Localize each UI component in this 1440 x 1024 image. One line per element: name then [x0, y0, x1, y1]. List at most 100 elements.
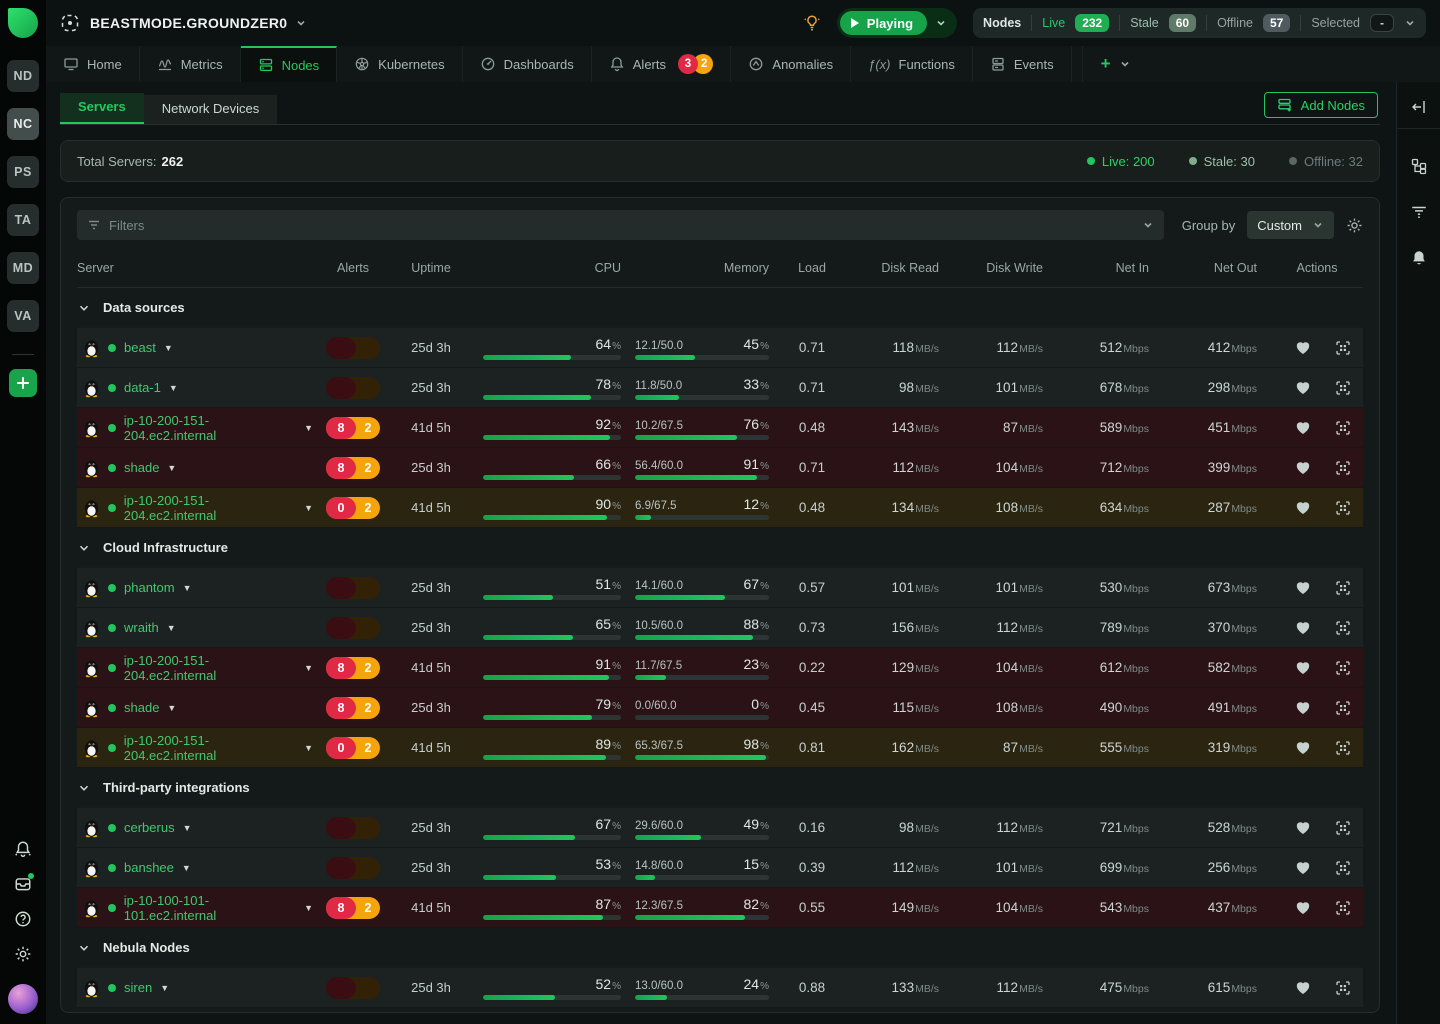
group-header[interactable]: Nebula Nodes	[77, 928, 1363, 968]
alerts-badge[interactable]	[326, 337, 380, 359]
server-name-link[interactable]: beast	[124, 340, 156, 355]
server-chevron-down-icon[interactable]: ▼	[167, 703, 176, 713]
table-row[interactable]: shade ▼ 8 2 25d 3h 79% 0.0/60.0 0% 0.45 …	[77, 688, 1363, 728]
col-disk-read[interactable]: Disk Read	[855, 261, 939, 275]
server-chevron-down-icon[interactable]: ▼	[304, 423, 313, 433]
alerts-badge[interactable]: 8 2	[326, 457, 380, 479]
tab-functions[interactable]: ƒ(x) Functions	[851, 46, 973, 82]
nodes-status-summary[interactable]: Nodes Live 232 Stale 60 Offline 57 Selec…	[973, 8, 1426, 38]
favorite-heart-icon[interactable]	[1295, 660, 1311, 675]
col-uptime[interactable]: Uptime	[393, 261, 469, 275]
alerts-badge[interactable]	[326, 377, 380, 399]
node-info-scan-icon[interactable]	[1335, 740, 1351, 756]
tab-home[interactable]: Home	[46, 46, 140, 82]
server-chevron-down-icon[interactable]: ▼	[304, 903, 313, 913]
add-nodes-button[interactable]: Add Nodes	[1264, 92, 1378, 118]
col-load[interactable]: Load	[783, 261, 841, 275]
table-row[interactable]: banshee ▼ 25d 3h 53% 14.8/60.0 15% 0.39 …	[77, 848, 1363, 888]
col-net-out[interactable]: Net Out	[1163, 261, 1257, 275]
server-chevron-down-icon[interactable]: ▼	[167, 623, 176, 633]
col-alerts[interactable]: Alerts	[327, 261, 379, 275]
favorite-heart-icon[interactable]	[1295, 900, 1311, 915]
group-header[interactable]: Data sources	[77, 288, 1363, 328]
node-info-scan-icon[interactable]	[1335, 420, 1351, 436]
group-header[interactable]: Third-party integrations	[77, 768, 1363, 808]
favorite-heart-icon[interactable]	[1295, 580, 1311, 595]
favorite-heart-icon[interactable]	[1295, 460, 1311, 475]
filter-icon[interactable]	[1410, 203, 1428, 221]
alerts-badge[interactable]: 0 2	[326, 497, 380, 519]
notification-bell-icon[interactable]	[14, 840, 32, 858]
server-name-link[interactable]: data-1	[124, 380, 161, 395]
server-name-link[interactable]: phantom	[124, 580, 175, 595]
server-name-link[interactable]: cerberus	[124, 820, 175, 835]
space-chevron-down-icon[interactable]	[295, 17, 307, 29]
server-name-link[interactable]: ip-10-100-101-101.ec2.internal	[124, 893, 296, 923]
space-name[interactable]: BEASTMODE.GROUNDZER0	[90, 15, 287, 31]
workspace-ta[interactable]: TA	[7, 204, 39, 236]
server-name-link[interactable]: wraith	[124, 620, 159, 635]
favorite-heart-icon[interactable]	[1295, 740, 1311, 755]
node-tree-icon[interactable]	[1410, 157, 1428, 175]
table-row[interactable]: shade ▼ 8 2 25d 3h 66% 56.4/60.0 91% 0.7…	[77, 448, 1363, 488]
server-name-link[interactable]: ip-10-200-151-204.ec2.internal	[124, 493, 296, 523]
alerts-badge[interactable]: 8 2	[326, 657, 380, 679]
settings-gear-icon[interactable]	[14, 945, 32, 963]
server-name-link[interactable]: shade	[124, 700, 159, 715]
node-info-scan-icon[interactable]	[1335, 900, 1351, 916]
node-info-scan-icon[interactable]	[1335, 340, 1351, 356]
server-chevron-down-icon[interactable]: ▼	[304, 743, 313, 753]
table-row[interactable]: siren ▼ 25d 3h 52% 13.0/60.0 24% 0.88 13…	[77, 968, 1363, 1008]
alerts-badge[interactable]	[326, 577, 380, 599]
node-info-scan-icon[interactable]	[1335, 660, 1351, 676]
favorite-heart-icon[interactable]	[1295, 820, 1311, 835]
alerts-badge[interactable]: 8 2	[326, 897, 380, 919]
table-row[interactable]: ip-10-200-151-204.ec2.internal ▼ 8 2 41d…	[77, 648, 1363, 688]
table-row[interactable]: ip-10-200-151-204.ec2.internal ▼ 0 2 41d…	[77, 488, 1363, 528]
favorite-heart-icon[interactable]	[1295, 700, 1311, 715]
add-tab-button[interactable]: +	[1082, 46, 1149, 82]
server-name-link[interactable]: ip-10-200-151-204.ec2.internal	[124, 733, 296, 763]
server-chevron-down-icon[interactable]: ▼	[183, 583, 192, 593]
col-disk-write[interactable]: Disk Write	[953, 261, 1043, 275]
alerts-badge[interactable]: 0 2	[326, 737, 380, 759]
alerts-badge[interactable]: 8 2	[326, 697, 380, 719]
node-info-scan-icon[interactable]	[1335, 620, 1351, 636]
user-avatar[interactable]	[8, 984, 38, 1014]
subtab-servers[interactable]: Servers	[60, 93, 144, 124]
workspace-va[interactable]: VA	[7, 300, 39, 332]
group-header[interactable]: Cloud Infrastructure	[77, 528, 1363, 568]
alerts-badge[interactable]	[326, 817, 380, 839]
node-info-scan-icon[interactable]	[1335, 700, 1351, 716]
alerts-badge[interactable]	[326, 977, 380, 999]
table-row[interactable]: phantom ▼ 25d 3h 51% 14.1/60.0 67% 0.57 …	[77, 568, 1363, 608]
node-info-scan-icon[interactable]	[1335, 860, 1351, 876]
server-chevron-down-icon[interactable]: ▼	[182, 863, 191, 873]
inbox-icon[interactable]	[14, 875, 32, 893]
filters-chevron-down-icon[interactable]	[1142, 219, 1154, 231]
node-info-scan-icon[interactable]	[1335, 380, 1351, 396]
server-name-link[interactable]: shade	[124, 460, 159, 475]
table-row[interactable]: ip-10-100-101-101.ec2.internal ▼ 8 2 41d…	[77, 888, 1363, 928]
tab-kubernetes[interactable]: Kubernetes	[337, 46, 463, 82]
table-row[interactable]: beast ▼ 25d 3h 64% 12.1/50.0 45% 0.71 11…	[77, 328, 1363, 368]
tab-anomalies[interactable]: Anomalies	[731, 46, 851, 82]
workspace-ps[interactable]: PS	[7, 156, 39, 188]
node-info-scan-icon[interactable]	[1335, 820, 1351, 836]
alerts-badge[interactable]	[326, 857, 380, 879]
server-name-link[interactable]: ip-10-200-151-204.ec2.internal	[124, 413, 296, 443]
tab-nodes[interactable]: Nodes	[241, 46, 338, 82]
tab-metrics[interactable]: Metrics	[140, 46, 241, 82]
group-chevron-down-icon[interactable]	[77, 781, 91, 795]
subtab-network-devices[interactable]: Network Devices	[144, 95, 278, 124]
app-logo[interactable]	[8, 8, 38, 38]
col-server[interactable]: Server	[77, 261, 313, 275]
workspace-nd[interactable]: ND	[7, 60, 39, 92]
group-chevron-down-icon[interactable]	[77, 301, 91, 315]
table-row[interactable]: ip-10-200-151-204.ec2.internal ▼ 8 2 41d…	[77, 408, 1363, 448]
col-net-in[interactable]: Net In	[1057, 261, 1149, 275]
add-workspace-button[interactable]	[9, 369, 37, 397]
collapse-panel-icon[interactable]	[1410, 98, 1428, 116]
table-row[interactable]: data-1 ▼ 25d 3h 78% 11.8/50.0 33% 0.71 9…	[77, 368, 1363, 408]
favorite-heart-icon[interactable]	[1295, 420, 1311, 435]
